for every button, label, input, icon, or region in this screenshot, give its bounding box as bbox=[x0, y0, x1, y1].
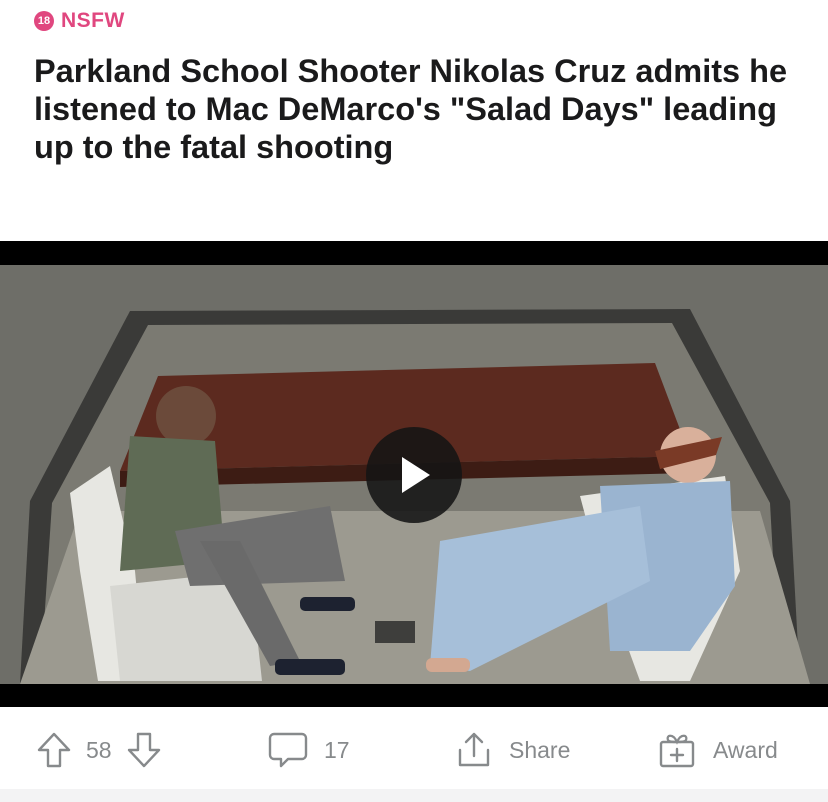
gift-icon bbox=[659, 734, 695, 768]
video-player[interactable] bbox=[0, 241, 828, 707]
nsfw-label: NSFW bbox=[61, 9, 125, 32]
vote-group: 58 bbox=[36, 730, 162, 770]
age-18-badge-icon: 18 bbox=[34, 11, 54, 31]
award-button[interactable]: Award bbox=[657, 730, 778, 770]
share-button[interactable]: Share bbox=[455, 730, 570, 770]
post-action-bar: 58 17 Share Award bbox=[0, 707, 828, 789]
comments-button[interactable]: 17 bbox=[268, 730, 350, 770]
feed-divider bbox=[0, 789, 828, 802]
arrow-up-icon[interactable] bbox=[36, 731, 72, 769]
vote-score: 58 bbox=[86, 736, 112, 763]
comments-count: 17 bbox=[324, 736, 350, 763]
award-label: Award bbox=[713, 736, 778, 763]
play-icon bbox=[402, 457, 430, 493]
nsfw-tag: 18 NSFW bbox=[34, 8, 125, 34]
post-title[interactable]: Parkland School Shooter Nikolas Cruz adm… bbox=[34, 52, 804, 166]
speech-bubble-icon bbox=[268, 732, 308, 768]
play-button[interactable] bbox=[366, 427, 462, 523]
share-icon bbox=[458, 732, 490, 767]
arrow-down-icon[interactable] bbox=[126, 731, 162, 769]
share-label: Share bbox=[509, 736, 571, 763]
